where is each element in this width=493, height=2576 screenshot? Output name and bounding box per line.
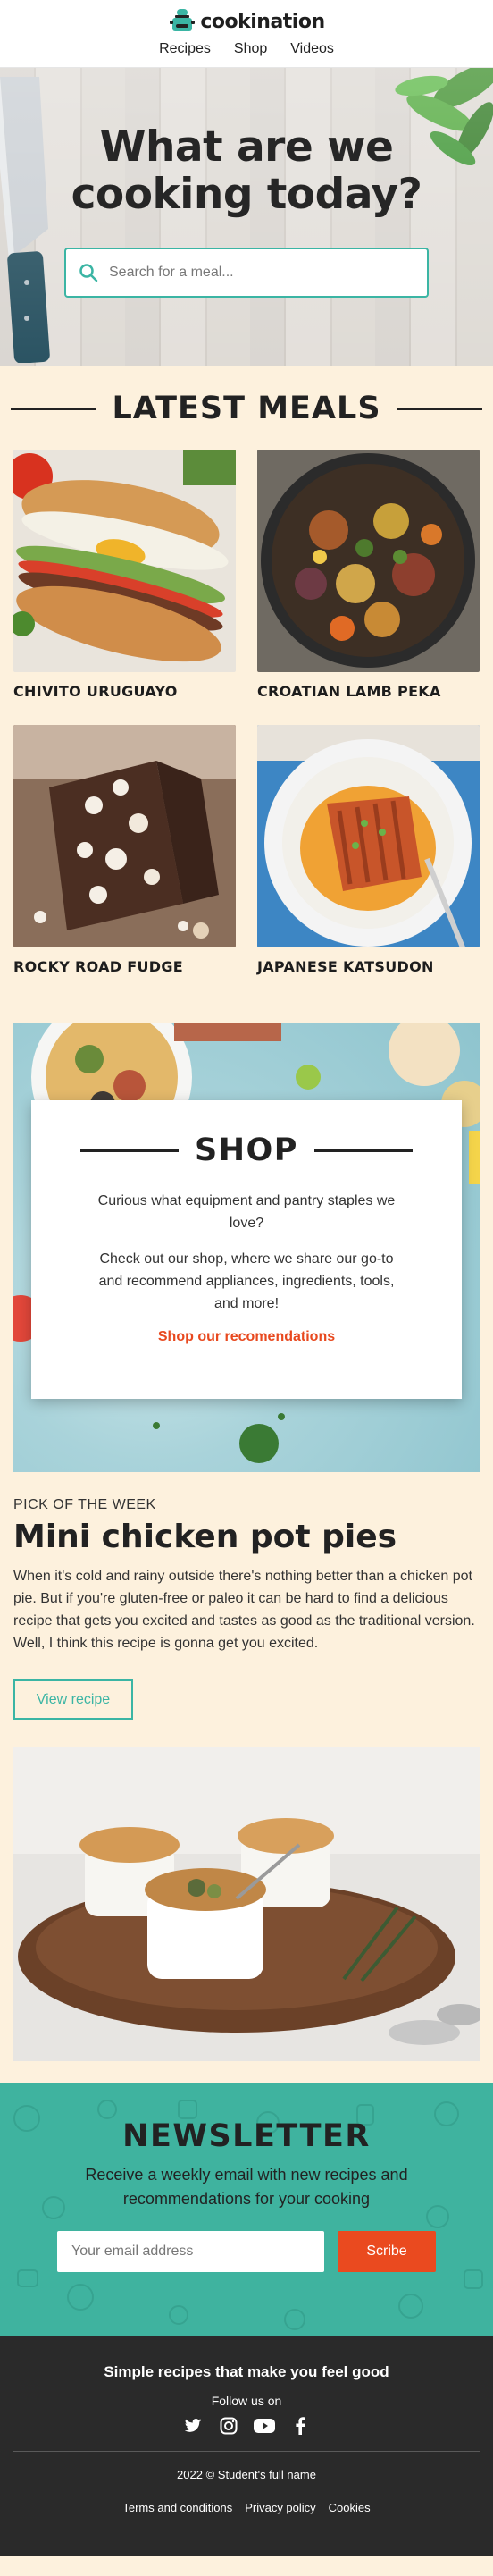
pick-description: When it's cold and rainy outside there's…: [13, 1569, 475, 1651]
meals-grid: CHIVITO URUGUAYO CROATIAN LAMB PEKA ROCK…: [0, 426, 493, 975]
copyright-text: 2022 © Student's full name: [177, 2468, 316, 2481]
meal-photo-katsudon[interactable]: [257, 725, 480, 947]
knife-image: [0, 77, 50, 363]
meal-card[interactable]: CHIVITO URUGUAYO: [13, 450, 236, 700]
hero-title-line2: cooking today?: [71, 170, 422, 219]
section-title: LATEST MEALS: [112, 391, 381, 426]
pick-kicker: PICK OF THE WEEK: [13, 1497, 156, 1512]
meal-card[interactable]: CROATIAN LAMB PEKA: [257, 450, 480, 700]
pick-title: Mini chicken pot pies: [13, 1519, 397, 1555]
youtube-icon[interactable]: [254, 2415, 275, 2437]
shop-card: SHOP Curious what equipment and pantry s…: [31, 1100, 462, 1399]
shop-intro-text: Curious what equipment and pantry staple…: [97, 1193, 396, 1231]
meal-name[interactable]: CROATIAN LAMB PEKA: [257, 683, 480, 700]
pot-logo-icon: [170, 9, 196, 31]
newsletter-section: NEWSLETTER Receive a weekly email with n…: [0, 2083, 493, 2336]
meal-photo-chivito[interactable]: [13, 450, 236, 672]
footer-links: Terms and conditions Privacy policy Cook…: [0, 2501, 493, 2514]
meal-photo-lamb-peka[interactable]: [257, 450, 480, 672]
search-input[interactable]: [109, 265, 395, 281]
subscribe-button[interactable]: Scribe: [338, 2231, 436, 2272]
site-footer: Simple recipes that make you feel good F…: [0, 2336, 493, 2556]
social-links: [0, 2415, 493, 2437]
follow-us-label: Follow us on: [211, 2394, 282, 2408]
nav-shop[interactable]: Shop: [234, 41, 267, 57]
latest-meals-heading: LATEST MEALS: [0, 391, 493, 426]
nav-recipes[interactable]: Recipes: [159, 41, 211, 57]
meal-name[interactable]: JAPANESE KATSUDON: [257, 958, 480, 975]
shop-recommendations-link[interactable]: Shop our recomendations: [158, 1329, 335, 1345]
divider: [80, 1149, 180, 1152]
search-box[interactable]: [64, 248, 429, 298]
newsletter-title: NEWSLETTER: [122, 2118, 371, 2154]
meal-name[interactable]: CHIVITO URUGUAYO: [13, 683, 236, 700]
divider: [313, 1149, 413, 1152]
hero: What are we cooking today?: [0, 68, 493, 366]
privacy-link[interactable]: Privacy policy: [245, 2501, 315, 2514]
terms-link[interactable]: Terms and conditions: [122, 2501, 232, 2514]
instagram-icon[interactable]: [218, 2415, 239, 2437]
divider: [397, 407, 482, 410]
search-icon: [79, 264, 98, 282]
shop-section: SHOP Curious what equipment and pantry s…: [13, 1023, 480, 1472]
meal-card[interactable]: ROCKY ROAD FUDGE: [13, 725, 236, 975]
newsletter-form: Scribe: [0, 2231, 493, 2272]
pot-pies-photo[interactable]: [13, 1747, 480, 2061]
shop-heading: SHOP: [31, 1132, 462, 1168]
email-field[interactable]: [57, 2231, 324, 2272]
nav-videos[interactable]: Videos: [290, 41, 334, 57]
hero-title: What are we cooking today?: [0, 123, 493, 218]
hero-title-line1: What are we: [99, 122, 394, 172]
main-nav: Recipes Shop Videos: [159, 41, 334, 57]
newsletter-text: Receive a weekly email with new recipes …: [85, 2166, 408, 2208]
meal-photo-rocky-road[interactable]: [13, 725, 236, 947]
shop-description-text: Check out our shop, where we share our g…: [98, 1251, 395, 1311]
brand-name: cookination: [200, 10, 325, 33]
meal-card[interactable]: JAPANESE KATSUDON: [257, 725, 480, 975]
cookies-link[interactable]: Cookies: [329, 2501, 371, 2514]
footer-divider: [13, 2451, 480, 2452]
footer-tagline: Simple recipes that make you feel good: [104, 2363, 389, 2380]
section-title: SHOP: [195, 1132, 298, 1168]
latest-meals-section: LATEST MEALS CHIVITO URUGUAYO CROATIAN L…: [0, 366, 493, 975]
site-header: cookination Recipes Shop Videos: [0, 0, 493, 68]
facebook-icon[interactable]: [289, 2415, 311, 2437]
brand[interactable]: cookination: [168, 5, 325, 38]
divider: [11, 407, 96, 410]
meal-name[interactable]: ROCKY ROAD FUDGE: [13, 958, 236, 975]
twitter-icon[interactable]: [182, 2415, 204, 2437]
view-recipe-button[interactable]: View recipe: [13, 1679, 133, 1720]
pick-of-week-section: PICK OF THE WEEK Mini chicken pot pies W…: [0, 1472, 493, 2061]
